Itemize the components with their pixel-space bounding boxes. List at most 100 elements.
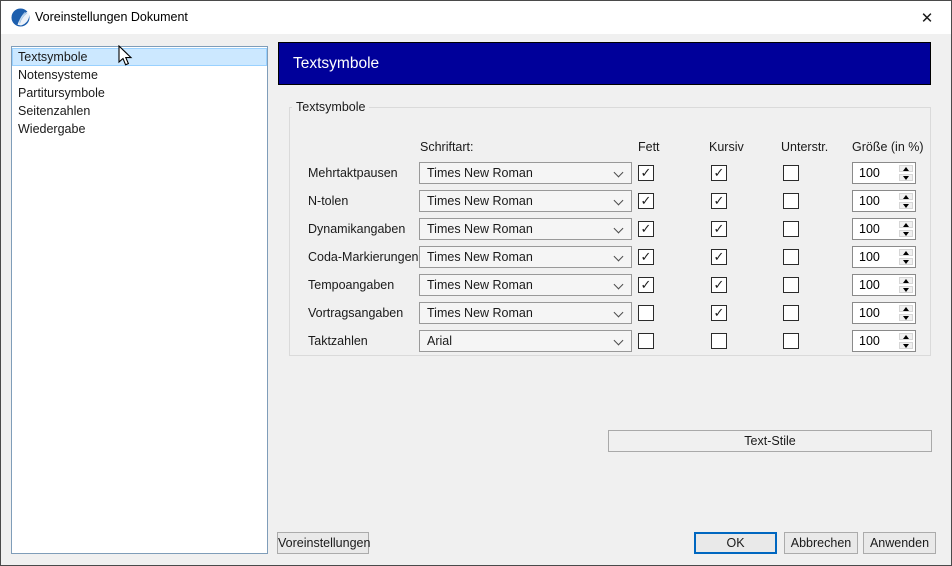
spin-up-icon[interactable] — [899, 221, 913, 228]
preferences-dialog: Voreinstellungen Dokument ✕ Textsymbole … — [0, 0, 952, 566]
row-dynamikangaben: Dynamikangaben Times New Roman ✓ ✓ 100 — [1, 218, 951, 240]
underline-checkbox[interactable] — [783, 165, 799, 181]
font-select-value: Times New Roman — [427, 306, 533, 320]
row-label: Dynamikangaben — [308, 222, 406, 236]
chevron-down-icon — [613, 195, 624, 206]
size-value: 100 — [859, 278, 880, 292]
size-value: 100 — [859, 194, 880, 208]
window-title: Voreinstellungen Dokument — [35, 10, 188, 24]
italic-checkbox[interactable] — [711, 333, 727, 349]
spin-up-icon[interactable] — [899, 277, 913, 284]
cancel-button[interactable]: Abbrechen — [784, 532, 858, 554]
group-title: Textsymbole — [292, 100, 370, 114]
spin-up-icon[interactable] — [899, 333, 913, 340]
chevron-down-icon — [613, 279, 624, 290]
underline-checkbox[interactable] — [783, 333, 799, 349]
spin-up-icon[interactable] — [899, 305, 913, 312]
chevron-down-icon — [613, 335, 624, 346]
row-taktzahlen: Taktzahlen Arial 100 — [1, 330, 951, 352]
column-header-size: Größe (in %) — [852, 140, 924, 154]
chevron-down-icon — [613, 251, 624, 262]
underline-checkbox[interactable] — [783, 305, 799, 321]
text-styles-button[interactable]: Text-Stile — [608, 430, 932, 452]
italic-checkbox[interactable]: ✓ — [711, 221, 727, 237]
font-select-value: Arial — [427, 334, 453, 348]
font-select-value: Times New Roman — [427, 194, 533, 208]
sidebar-item-seitenzahlen[interactable]: Seitenzahlen — [12, 102, 267, 120]
italic-checkbox[interactable]: ✓ — [711, 165, 727, 181]
font-select[interactable]: Times New Roman — [419, 246, 632, 268]
bold-checkbox[interactable]: ✓ — [638, 249, 654, 265]
presets-button[interactable]: Voreinstellungen — [277, 532, 370, 554]
underline-checkbox[interactable] — [783, 193, 799, 209]
row-label: Mehrtaktpausen — [308, 166, 398, 180]
bold-checkbox[interactable]: ✓ — [638, 277, 654, 293]
underline-checkbox[interactable] — [783, 277, 799, 293]
app-logo-icon — [11, 8, 30, 27]
column-header-font: Schriftart: — [420, 140, 474, 154]
column-header-italic: Kursiv — [709, 140, 744, 154]
font-select[interactable]: Times New Roman — [419, 218, 632, 240]
row-mehrtaktpausen: Mehrtaktpausen Times New Roman ✓ ✓ 100 — [1, 162, 951, 184]
spin-up-icon[interactable] — [899, 249, 913, 256]
row-label: Taktzahlen — [308, 334, 368, 348]
sidebar-item-textsymbole[interactable]: Textsymbole — [12, 48, 267, 66]
size-value: 100 — [859, 222, 880, 236]
row-coda-markierungen: Coda-Markierungen Times New Roman ✓ ✓ 10… — [1, 246, 951, 268]
row-label: Vortragsangaben — [308, 306, 404, 320]
title-bar: Voreinstellungen Dokument ✕ — [1, 1, 951, 34]
size-spinner[interactable]: 100 — [852, 330, 916, 352]
italic-checkbox[interactable]: ✓ — [711, 305, 727, 321]
row-vortragsangaben: Vortragsangaben Times New Roman ✓ 100 — [1, 302, 951, 324]
underline-checkbox[interactable] — [783, 249, 799, 265]
font-select[interactable]: Arial — [419, 330, 632, 352]
font-select-value: Times New Roman — [427, 166, 533, 180]
bold-checkbox[interactable]: ✓ — [638, 221, 654, 237]
bold-checkbox[interactable]: ✓ — [638, 165, 654, 181]
size-spinner[interactable]: 100 — [852, 302, 916, 324]
chevron-down-icon — [613, 307, 624, 318]
column-header-underline: Unterstr. — [781, 140, 829, 154]
size-spinner[interactable]: 100 — [852, 274, 916, 296]
row-n-tolen: N-tolen Times New Roman ✓ ✓ 100 — [1, 190, 951, 212]
bold-checkbox[interactable]: ✓ — [638, 193, 654, 209]
font-select[interactable]: Times New Roman — [419, 302, 632, 324]
row-label: Tempoangaben — [308, 278, 395, 292]
size-spinner[interactable]: 100 — [852, 190, 916, 212]
spin-down-icon[interactable] — [899, 342, 913, 349]
spin-up-icon[interactable] — [899, 165, 913, 172]
spin-down-icon[interactable] — [899, 230, 913, 237]
spin-down-icon[interactable] — [899, 286, 913, 293]
spin-down-icon[interactable] — [899, 174, 913, 181]
sidebar-item-wiedergabe[interactable]: Wiedergabe — [12, 120, 267, 138]
italic-checkbox[interactable]: ✓ — [711, 277, 727, 293]
bold-checkbox[interactable] — [638, 333, 654, 349]
italic-checkbox[interactable]: ✓ — [711, 249, 727, 265]
sidebar-item-partitursymbole[interactable]: Partitursymbole — [12, 84, 267, 102]
bold-checkbox[interactable] — [638, 305, 654, 321]
spin-down-icon[interactable] — [899, 314, 913, 321]
underline-checkbox[interactable] — [783, 221, 799, 237]
sidebar-item-notensysteme[interactable]: Notensysteme — [12, 66, 267, 84]
size-value: 100 — [859, 334, 880, 348]
spin-up-icon[interactable] — [899, 193, 913, 200]
font-select-value: Times New Roman — [427, 222, 533, 236]
section-title: Textsymbole — [293, 55, 380, 72]
category-list[interactable]: Textsymbole Notensysteme Partitursymbole… — [11, 46, 268, 554]
size-spinner[interactable]: 100 — [852, 246, 916, 268]
spin-down-icon[interactable] — [899, 202, 913, 209]
chevron-down-icon — [613, 223, 624, 234]
size-spinner[interactable]: 100 — [852, 162, 916, 184]
font-select[interactable]: Times New Roman — [419, 162, 632, 184]
row-label: N-tolen — [308, 194, 349, 208]
ok-button[interactable]: OK — [694, 532, 777, 554]
font-select[interactable]: Times New Roman — [419, 274, 632, 296]
size-spinner[interactable]: 100 — [852, 218, 916, 240]
italic-checkbox[interactable]: ✓ — [711, 193, 727, 209]
size-value: 100 — [859, 306, 880, 320]
apply-button[interactable]: Anwenden — [863, 532, 936, 554]
font-select[interactable]: Times New Roman — [419, 190, 632, 212]
spin-down-icon[interactable] — [899, 258, 913, 265]
close-button[interactable]: ✕ — [907, 3, 947, 32]
size-value: 100 — [859, 166, 880, 180]
